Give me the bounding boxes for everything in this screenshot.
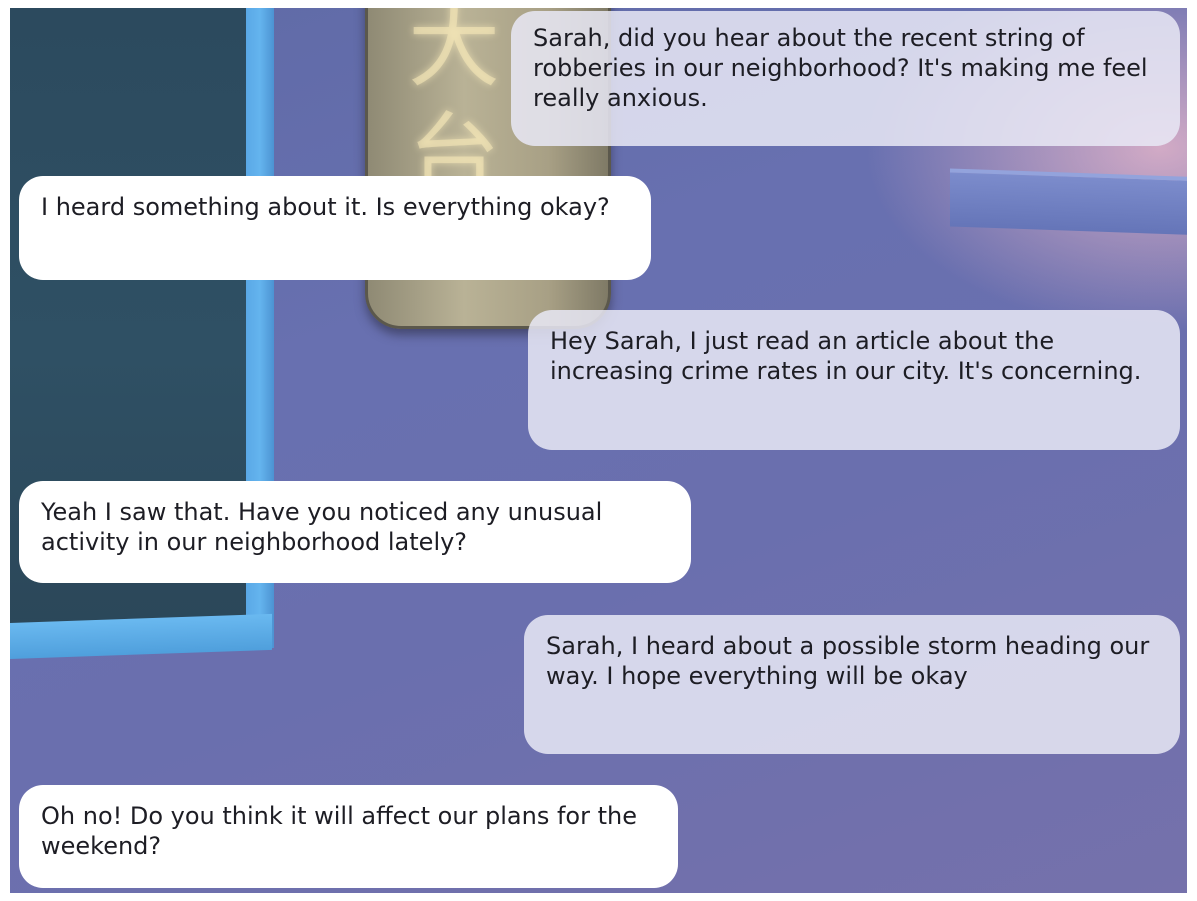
chat-message-reply: Oh no! Do you think it will affect our p… xyxy=(19,785,678,888)
chat-message-reply: I heard something about it. Is everythin… xyxy=(19,176,651,280)
chat-message-incoming: Sarah, I heard about a possible storm he… xyxy=(524,615,1180,754)
chat-message-incoming: Sarah, did you hear about the recent str… xyxy=(511,11,1180,146)
chat-message-incoming: Hey Sarah, I just read an article about … xyxy=(528,310,1180,450)
chat-log: Sarah, did you hear about the recent str… xyxy=(0,0,1197,901)
chat-message-reply: Yeah I saw that. Have you noticed any un… xyxy=(19,481,691,583)
